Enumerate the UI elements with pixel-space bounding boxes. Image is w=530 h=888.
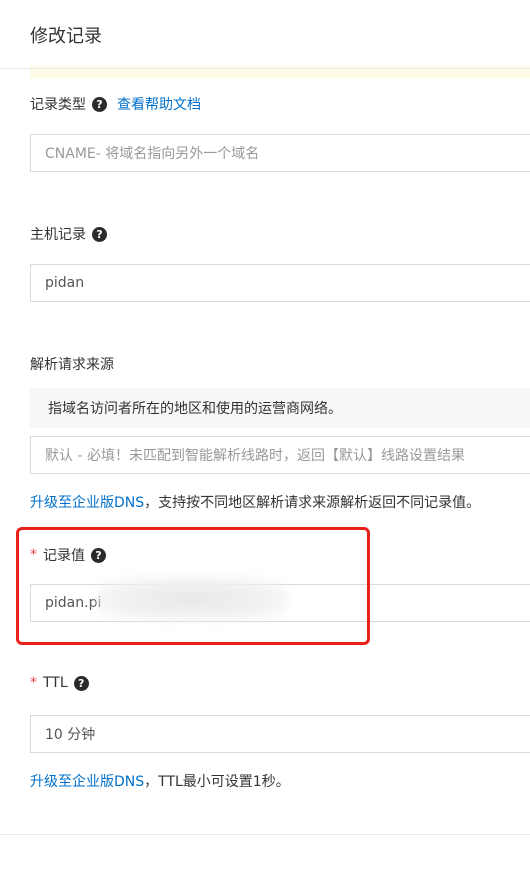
help-icon[interactable]: ? xyxy=(92,226,107,242)
host-record-label-row: 主机记录 ? xyxy=(30,224,107,244)
record-type-label-row: 记录类型 ? 查看帮助文档 xyxy=(30,94,201,114)
ttl-select[interactable]: 10 分钟 xyxy=(30,715,530,753)
help-icon[interactable]: ? xyxy=(73,675,89,691)
ttl-upgrade-row: 升级至企业版DNS，TTL最小可设置1秒。 xyxy=(30,771,290,791)
record-type-select[interactable]: CNAME- 将域名指向另外一个域名 xyxy=(30,134,530,172)
host-record-label: 主机记录 xyxy=(30,227,86,243)
host-record-input[interactable]: pidan xyxy=(30,264,530,302)
ttl-label: TTL xyxy=(43,675,68,691)
resolve-source-select[interactable]: 默认 - 必填！未匹配到智能解析线路时，返回【默认】线路设置结果 xyxy=(30,436,530,474)
highlight-box xyxy=(16,527,370,645)
header-divider xyxy=(0,68,530,69)
resolve-source-description: 指域名访问者所在的地区和使用的运营商网络。 xyxy=(30,388,530,428)
upgrade-hint: ，TTL最小可设置1秒。 xyxy=(144,774,290,790)
page-title: 修改记录 xyxy=(30,26,102,47)
upgrade-dns-link[interactable]: 升级至企业版DNS xyxy=(30,495,144,511)
help-doc-link[interactable]: 查看帮助文档 xyxy=(117,94,201,114)
footer-divider xyxy=(0,834,530,835)
upgrade-dns-link[interactable]: 升级至企业版DNS xyxy=(30,774,144,790)
ttl-label-row: * TTL ? xyxy=(30,675,89,691)
help-icon[interactable]: ? xyxy=(92,96,107,112)
resolve-source-label: 解析请求来源 xyxy=(30,357,114,373)
required-mark: * xyxy=(30,675,37,691)
record-type-label: 记录类型 xyxy=(30,97,86,113)
resolve-source-upgrade-row: 升级至企业版DNS，支持按不同地区解析请求来源解析返回不同记录值。 xyxy=(30,492,480,512)
upgrade-hint: ，支持按不同地区解析请求来源解析返回不同记录值。 xyxy=(144,495,481,511)
